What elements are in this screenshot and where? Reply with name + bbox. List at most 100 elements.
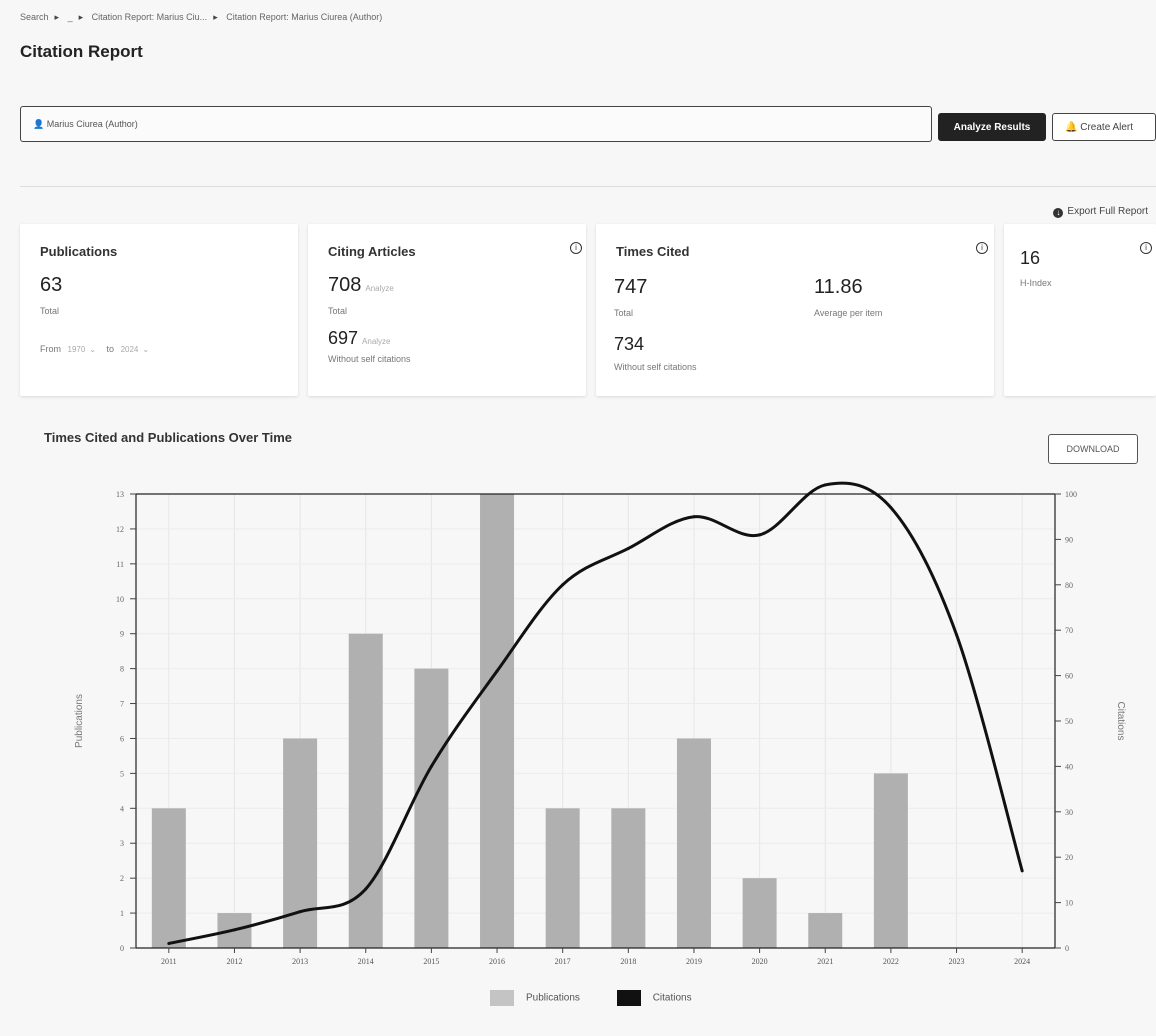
export-label: Export Full Report bbox=[1067, 206, 1148, 217]
point-citations-2024[interactable] bbox=[1020, 869, 1024, 873]
point-citations-2015[interactable] bbox=[429, 764, 433, 768]
bar-publications-2020[interactable] bbox=[742, 878, 777, 948]
download-button[interactable]: DOWNLOAD bbox=[1048, 434, 1138, 464]
breadcrumb-separator: ▸ bbox=[213, 12, 218, 22]
x-tick-label-2023: 2023 bbox=[949, 957, 965, 966]
breadcrumb: Search ▸ _ ▸ Citation Report: Marius Ciu..… bbox=[20, 12, 388, 23]
point-citations-2017[interactable] bbox=[561, 583, 565, 587]
y-left-tick-label: 12 bbox=[116, 525, 124, 534]
x-tick-label-2021: 2021 bbox=[817, 957, 833, 966]
x-tick-label-2015: 2015 bbox=[423, 957, 439, 966]
point-citations-2013[interactable] bbox=[298, 910, 302, 914]
y-right-tick-label: 30 bbox=[1065, 808, 1073, 817]
point-citations-2019[interactable] bbox=[692, 515, 696, 519]
bar-publications-2015[interactable] bbox=[414, 668, 449, 948]
chevron-down-icon: ⌄ bbox=[142, 345, 150, 354]
to-label: to bbox=[106, 344, 115, 354]
x-tick-label-2013: 2013 bbox=[292, 957, 308, 966]
from-year-select[interactable]: 1970 bbox=[68, 345, 86, 354]
point-citations-2021[interactable] bbox=[823, 483, 827, 487]
citing-articles-title: Citing Articles bbox=[328, 244, 416, 259]
breadcrumb-underscore[interactable]: _ bbox=[68, 12, 73, 22]
point-citations-2012[interactable] bbox=[232, 928, 236, 932]
search-query-box[interactable]: 👤 Marius Ciurea (Author) bbox=[20, 106, 932, 142]
h-index-label: H-Index bbox=[1020, 278, 1052, 288]
y-right-tick-label: 0 bbox=[1065, 944, 1069, 953]
info-icon[interactable]: i bbox=[570, 242, 582, 254]
x-tick-label-2018: 2018 bbox=[620, 957, 636, 966]
y-left-tick-label: 7 bbox=[120, 700, 124, 709]
point-citations-2023[interactable] bbox=[955, 633, 959, 637]
point-citations-2016[interactable] bbox=[495, 669, 499, 673]
y-left-tick-label: 6 bbox=[120, 734, 124, 743]
create-alert-label: Create Alert bbox=[1080, 121, 1134, 133]
to-year-select[interactable]: 2024 bbox=[121, 345, 139, 354]
point-citations-2020[interactable] bbox=[758, 533, 762, 537]
legend-item-publications[interactable]: Publications bbox=[490, 990, 580, 1006]
y-right-tick-label: 90 bbox=[1065, 535, 1073, 544]
x-tick-label-2012: 2012 bbox=[226, 957, 242, 966]
point-citations-2022[interactable] bbox=[889, 506, 893, 510]
bar-publications-2017[interactable] bbox=[545, 808, 580, 948]
h-index-value: 16 bbox=[1020, 248, 1041, 268]
x-tick-label-2016: 2016 bbox=[489, 957, 505, 966]
bar-publications-2021[interactable] bbox=[808, 913, 843, 948]
bar-publications-2022[interactable] bbox=[873, 773, 908, 948]
times-cited-total-label: Total bbox=[614, 308, 634, 318]
bar-publications-2011[interactable] bbox=[151, 808, 186, 948]
y-left-axis-title: Publications bbox=[74, 694, 85, 748]
analyze-link[interactable]: Analyze bbox=[362, 337, 390, 346]
publications-range: From 1970 ⌄ to 2024 ⌄ bbox=[40, 344, 149, 354]
citing-articles-card: Citing Articles i 708 Analyze Total 697 An… bbox=[308, 224, 586, 396]
publications-card: Publications 63 Total From 1970 ⌄ to 2024… bbox=[20, 224, 298, 396]
breadcrumb-separator: ▸ bbox=[54, 12, 60, 22]
h-index-card: 16 H-Index i bbox=[1004, 224, 1156, 396]
bar-publications-2019[interactable] bbox=[676, 738, 711, 948]
times-cited-total: 747 bbox=[614, 276, 648, 298]
person-icon: 👤 bbox=[33, 119, 45, 129]
legend-label-citations: Citations bbox=[652, 992, 692, 1004]
breadcrumb-search[interactable]: Search bbox=[20, 12, 49, 22]
breadcrumb-report-short[interactable]: Citation Report: Marius Ciu... bbox=[92, 12, 208, 22]
times-cited-publications-chart: 0123456789101112130102030405060708090100… bbox=[74, 481, 1126, 966]
x-tick-label-2024: 2024 bbox=[1014, 957, 1030, 966]
bell-icon: 🔔 bbox=[1065, 121, 1078, 133]
bar-publications-2016[interactable] bbox=[480, 494, 515, 948]
chevron-down-icon: ⌄ bbox=[89, 345, 97, 354]
y-left-tick-label: 10 bbox=[116, 595, 124, 604]
x-tick-label-2019: 2019 bbox=[686, 957, 702, 966]
times-cited-without-label: Without self citations bbox=[614, 362, 697, 372]
breadcrumb-current: Citation Report: Marius Ciurea (Author) bbox=[226, 12, 383, 22]
y-left-tick-label: 5 bbox=[120, 769, 124, 778]
info-icon[interactable]: i bbox=[976, 242, 988, 254]
create-alert-button[interactable]: 🔔 Create Alert bbox=[1052, 113, 1156, 141]
y-right-tick-label: 70 bbox=[1065, 626, 1073, 635]
y-right-tick-label: 40 bbox=[1065, 762, 1073, 771]
x-tick-label-2011: 2011 bbox=[161, 957, 177, 966]
times-cited-title: Times Cited bbox=[616, 244, 690, 259]
citing-total-value: 708 bbox=[328, 274, 362, 296]
point-citations-2014[interactable] bbox=[364, 887, 368, 891]
point-citations-2018[interactable] bbox=[626, 546, 630, 550]
point-citations-2011[interactable] bbox=[167, 941, 171, 945]
legend-label-publications: Publications bbox=[526, 992, 580, 1004]
breadcrumb-separator: ▸ bbox=[78, 12, 84, 22]
y-right-axis-title: Citations bbox=[1115, 702, 1126, 741]
analyze-results-button[interactable]: Analyze Results bbox=[938, 113, 1046, 141]
y-left-tick-label: 9 bbox=[120, 630, 124, 639]
bar-publications-2018[interactable] bbox=[611, 808, 646, 948]
analyze-link[interactable]: Analyze bbox=[365, 284, 393, 293]
x-tick-label-2020: 2020 bbox=[752, 957, 768, 966]
divider bbox=[20, 186, 1156, 187]
export-full-report-link[interactable]: ↓ Export Full Report bbox=[1053, 206, 1148, 218]
info-icon[interactable]: i bbox=[1140, 242, 1152, 254]
y-right-tick-label: 100 bbox=[1065, 490, 1077, 499]
times-cited-card: Times Cited i 747 Total 11.86 Average pe… bbox=[596, 224, 994, 396]
search-query-text: Marius Ciurea (Author) bbox=[46, 119, 138, 129]
average-per-item-label: Average per item bbox=[814, 308, 883, 318]
legend-item-citations[interactable]: Citations bbox=[616, 990, 692, 1006]
x-tick-label-2014: 2014 bbox=[358, 957, 374, 966]
citing-without-label: Without self citations bbox=[328, 354, 411, 364]
y-left-tick-label: 3 bbox=[120, 839, 124, 848]
citing-without-value: 697 bbox=[328, 328, 359, 348]
